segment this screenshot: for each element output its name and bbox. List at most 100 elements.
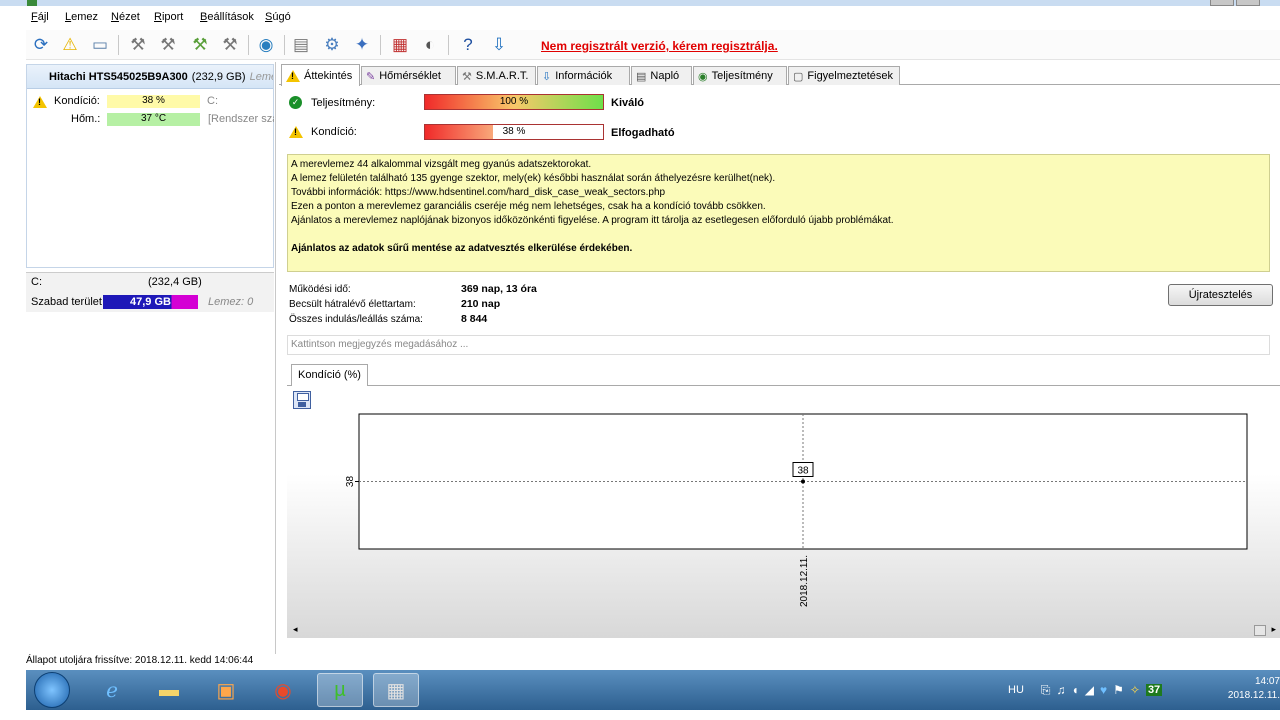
- chart-body: 38 2018.12.11. 38 ◂ ▸: [287, 385, 1280, 638]
- tool-icon-1[interactable]: ⚒: [126, 33, 150, 57]
- check-icon: ✓: [289, 96, 302, 109]
- toolbar-separator: [284, 35, 285, 55]
- tab-performance[interactable]: ◉ Teljesítmény: [693, 66, 787, 85]
- info-recommendation: Ajánlatos az adatok sűrű mentése az adat…: [291, 243, 633, 254]
- temperature-bar: 37 °C: [107, 113, 200, 126]
- condition-label: Kondíció:: [311, 126, 357, 138]
- clock-time: 14:07: [1254, 676, 1280, 687]
- flag-icon[interactable]: ⚑: [1113, 683, 1124, 697]
- update-icon[interactable]: ✧: [1130, 683, 1140, 697]
- condition-indicator: Kondíció:: [289, 126, 357, 138]
- performance-label: Teljesítmény:: [311, 96, 376, 109]
- tool-icon-3[interactable]: ⚒: [188, 33, 212, 57]
- scroll-left-arrow[interactable]: ◂: [293, 624, 298, 635]
- performance-bar: 100 %: [424, 94, 604, 110]
- clock[interactable]: 14:07 2018.12.11.: [1228, 675, 1280, 703]
- shield-icon[interactable]: ♥: [1100, 683, 1107, 697]
- info-icon: ⇩: [542, 70, 552, 83]
- disk-item[interactable]: Hitachi HTS545025B9A300 (232,9 GB) Lemez…: [26, 64, 274, 268]
- hd-sentinel-taskbar-icon[interactable]: ▦: [373, 673, 419, 707]
- toolbar-separator: [380, 35, 381, 55]
- file-explorer-icon[interactable]: ▬: [146, 673, 192, 707]
- retest-button[interactable]: Újratesztelés: [1168, 284, 1273, 306]
- maximize-button[interactable]: [1236, 0, 1260, 6]
- usb-icon[interactable]: ⎘: [1041, 683, 1051, 698]
- chart-horizontal-scrollbar[interactable]: ◂ ▸: [287, 624, 1280, 638]
- note-input[interactable]: Kattintson megjegyzés megadásához ...: [287, 335, 1270, 355]
- info-line: További információk: https://www.hdsenti…: [291, 187, 666, 198]
- uptime-label: Működési idő:: [289, 284, 351, 295]
- register-link[interactable]: Nem regisztrált verzió, kérem regisztrál…: [541, 39, 778, 53]
- condition-percent: 38 %: [502, 126, 526, 137]
- status-bar: Állapot utoljára frissítve: 2018.12.11. …: [26, 655, 254, 666]
- volume-icon[interactable]: ◖: [1072, 683, 1079, 697]
- scroll-thumb[interactable]: [1254, 625, 1266, 636]
- performance-indicator: ✓ Teljesítmény:: [289, 96, 375, 109]
- log-icon: ▤: [636, 70, 647, 83]
- condition-chart: 38 2018.12.11. 38: [345, 413, 1248, 607]
- windows-start-button[interactable]: [34, 672, 70, 708]
- data-label: 38: [797, 466, 809, 477]
- help-icon[interactable]: ?: [456, 33, 480, 57]
- network-tray-icon[interactable]: ◢: [1085, 683, 1094, 697]
- free-space-bar: 47,9 GB: [103, 295, 198, 309]
- refresh-icon[interactable]: ⟳: [29, 33, 53, 57]
- settings-icon[interactable]: ✦: [350, 33, 374, 57]
- menu-settings[interactable]: Beállítások: [200, 11, 254, 23]
- tab-info[interactable]: ⇩ Információk: [537, 66, 630, 85]
- chrome-icon[interactable]: ◉: [260, 673, 306, 707]
- disk-icon[interactable]: ▭: [88, 33, 112, 57]
- condition-label: Kondíció:: [54, 95, 100, 107]
- volume-item[interactable]: C: (232,4 GB) Szabad terület 47,9 GB Lem…: [26, 272, 274, 312]
- tab-label: Áttekintés: [304, 69, 353, 82]
- menu-view[interactable]: Nézet: [111, 11, 140, 23]
- disk-header[interactable]: Hitachi HTS545025B9A300 (232,9 GB) Lemez: [27, 65, 273, 89]
- health-info-box: A merevlemez 44 alkalommal vizsgált meg …: [287, 154, 1270, 272]
- condition-bar: 38 %: [107, 95, 200, 108]
- toolbar-separator: [248, 35, 249, 55]
- alert-icon[interactable]: ⚠: [58, 33, 82, 57]
- media-player-icon[interactable]: ▣: [203, 673, 249, 707]
- tool-icon-4[interactable]: ⚒: [218, 33, 242, 57]
- y-tick-label: 38: [345, 476, 356, 488]
- data-point: [801, 479, 805, 484]
- tool-icon-2[interactable]: ⚒: [156, 33, 180, 57]
- menu-file[interactable]: Fájl: [31, 11, 49, 23]
- hd-sentinel-tray-badge[interactable]: 37: [1145, 684, 1163, 696]
- toolbar: ⟳ ⚠ ▭ ⚒ ⚒ ⚒ ⚒ ◉ ▤ ⚙ ✦ ▦ ◐ ? ⇩ Nem regisz…: [26, 30, 1280, 60]
- tab-overview[interactable]: Áttekintés: [281, 64, 360, 86]
- download-icon[interactable]: ⇩: [487, 33, 511, 57]
- tab-smart[interactable]: ⚒ S.M.A.R.T.: [457, 66, 536, 85]
- chart-icon[interactable]: ▦: [388, 33, 412, 57]
- disk-activity-icon[interactable]: ◐: [418, 33, 442, 57]
- chart-tab-condition[interactable]: Kondíció (%): [291, 364, 368, 386]
- info-line: Ajánlatos a merevlemez naplójának bizony…: [291, 215, 894, 226]
- utorrent-icon[interactable]: µ: [317, 673, 363, 707]
- menu-bar: Fájl Lemez Nézet Riport Beállítások Súgó: [0, 8, 1280, 28]
- language-indicator[interactable]: HU: [1008, 684, 1024, 696]
- menu-disk[interactable]: Lemez: [65, 11, 98, 23]
- system-tray: HU ⎘ ♫ ◖ ◢ ♥ ⚑ ✧ 37: [1008, 670, 1165, 710]
- menu-help[interactable]: Súgó: [265, 11, 291, 23]
- tab-notices[interactable]: ▢ Figyelmeztetések: [788, 66, 900, 85]
- menu-report[interactable]: Riport: [154, 11, 183, 23]
- internet-explorer-icon[interactable]: ℯ: [89, 673, 135, 707]
- performance-icon: ◉: [698, 70, 708, 83]
- disk-name: Hitachi HTS545025B9A300: [49, 70, 188, 83]
- sound-icon[interactable]: ♫: [1057, 683, 1066, 697]
- network-icon[interactable]: ⚙: [320, 33, 344, 57]
- lifetime-value: 210 nap: [461, 298, 501, 310]
- minimize-button[interactable]: [1210, 0, 1234, 6]
- notice-icon: ▢: [793, 70, 804, 83]
- power-cycles-value: 8 844: [461, 313, 488, 325]
- condition-drive: C:: [207, 95, 218, 107]
- tab-temperature[interactable]: ✎ Hőmérséklet: [361, 66, 456, 85]
- tab-label: Napló: [650, 70, 680, 82]
- temperature-note: [Rendszer szá: [208, 113, 274, 125]
- report-icon[interactable]: ▤: [289, 33, 313, 57]
- tab-log[interactable]: ▤ Napló: [631, 66, 692, 85]
- scroll-right-arrow[interactable]: ▸: [1271, 624, 1276, 635]
- toolbar-separator: [448, 35, 449, 55]
- globe-icon[interactable]: ◉: [254, 33, 278, 57]
- uptime-value: 369 nap, 13 óra: [461, 283, 537, 295]
